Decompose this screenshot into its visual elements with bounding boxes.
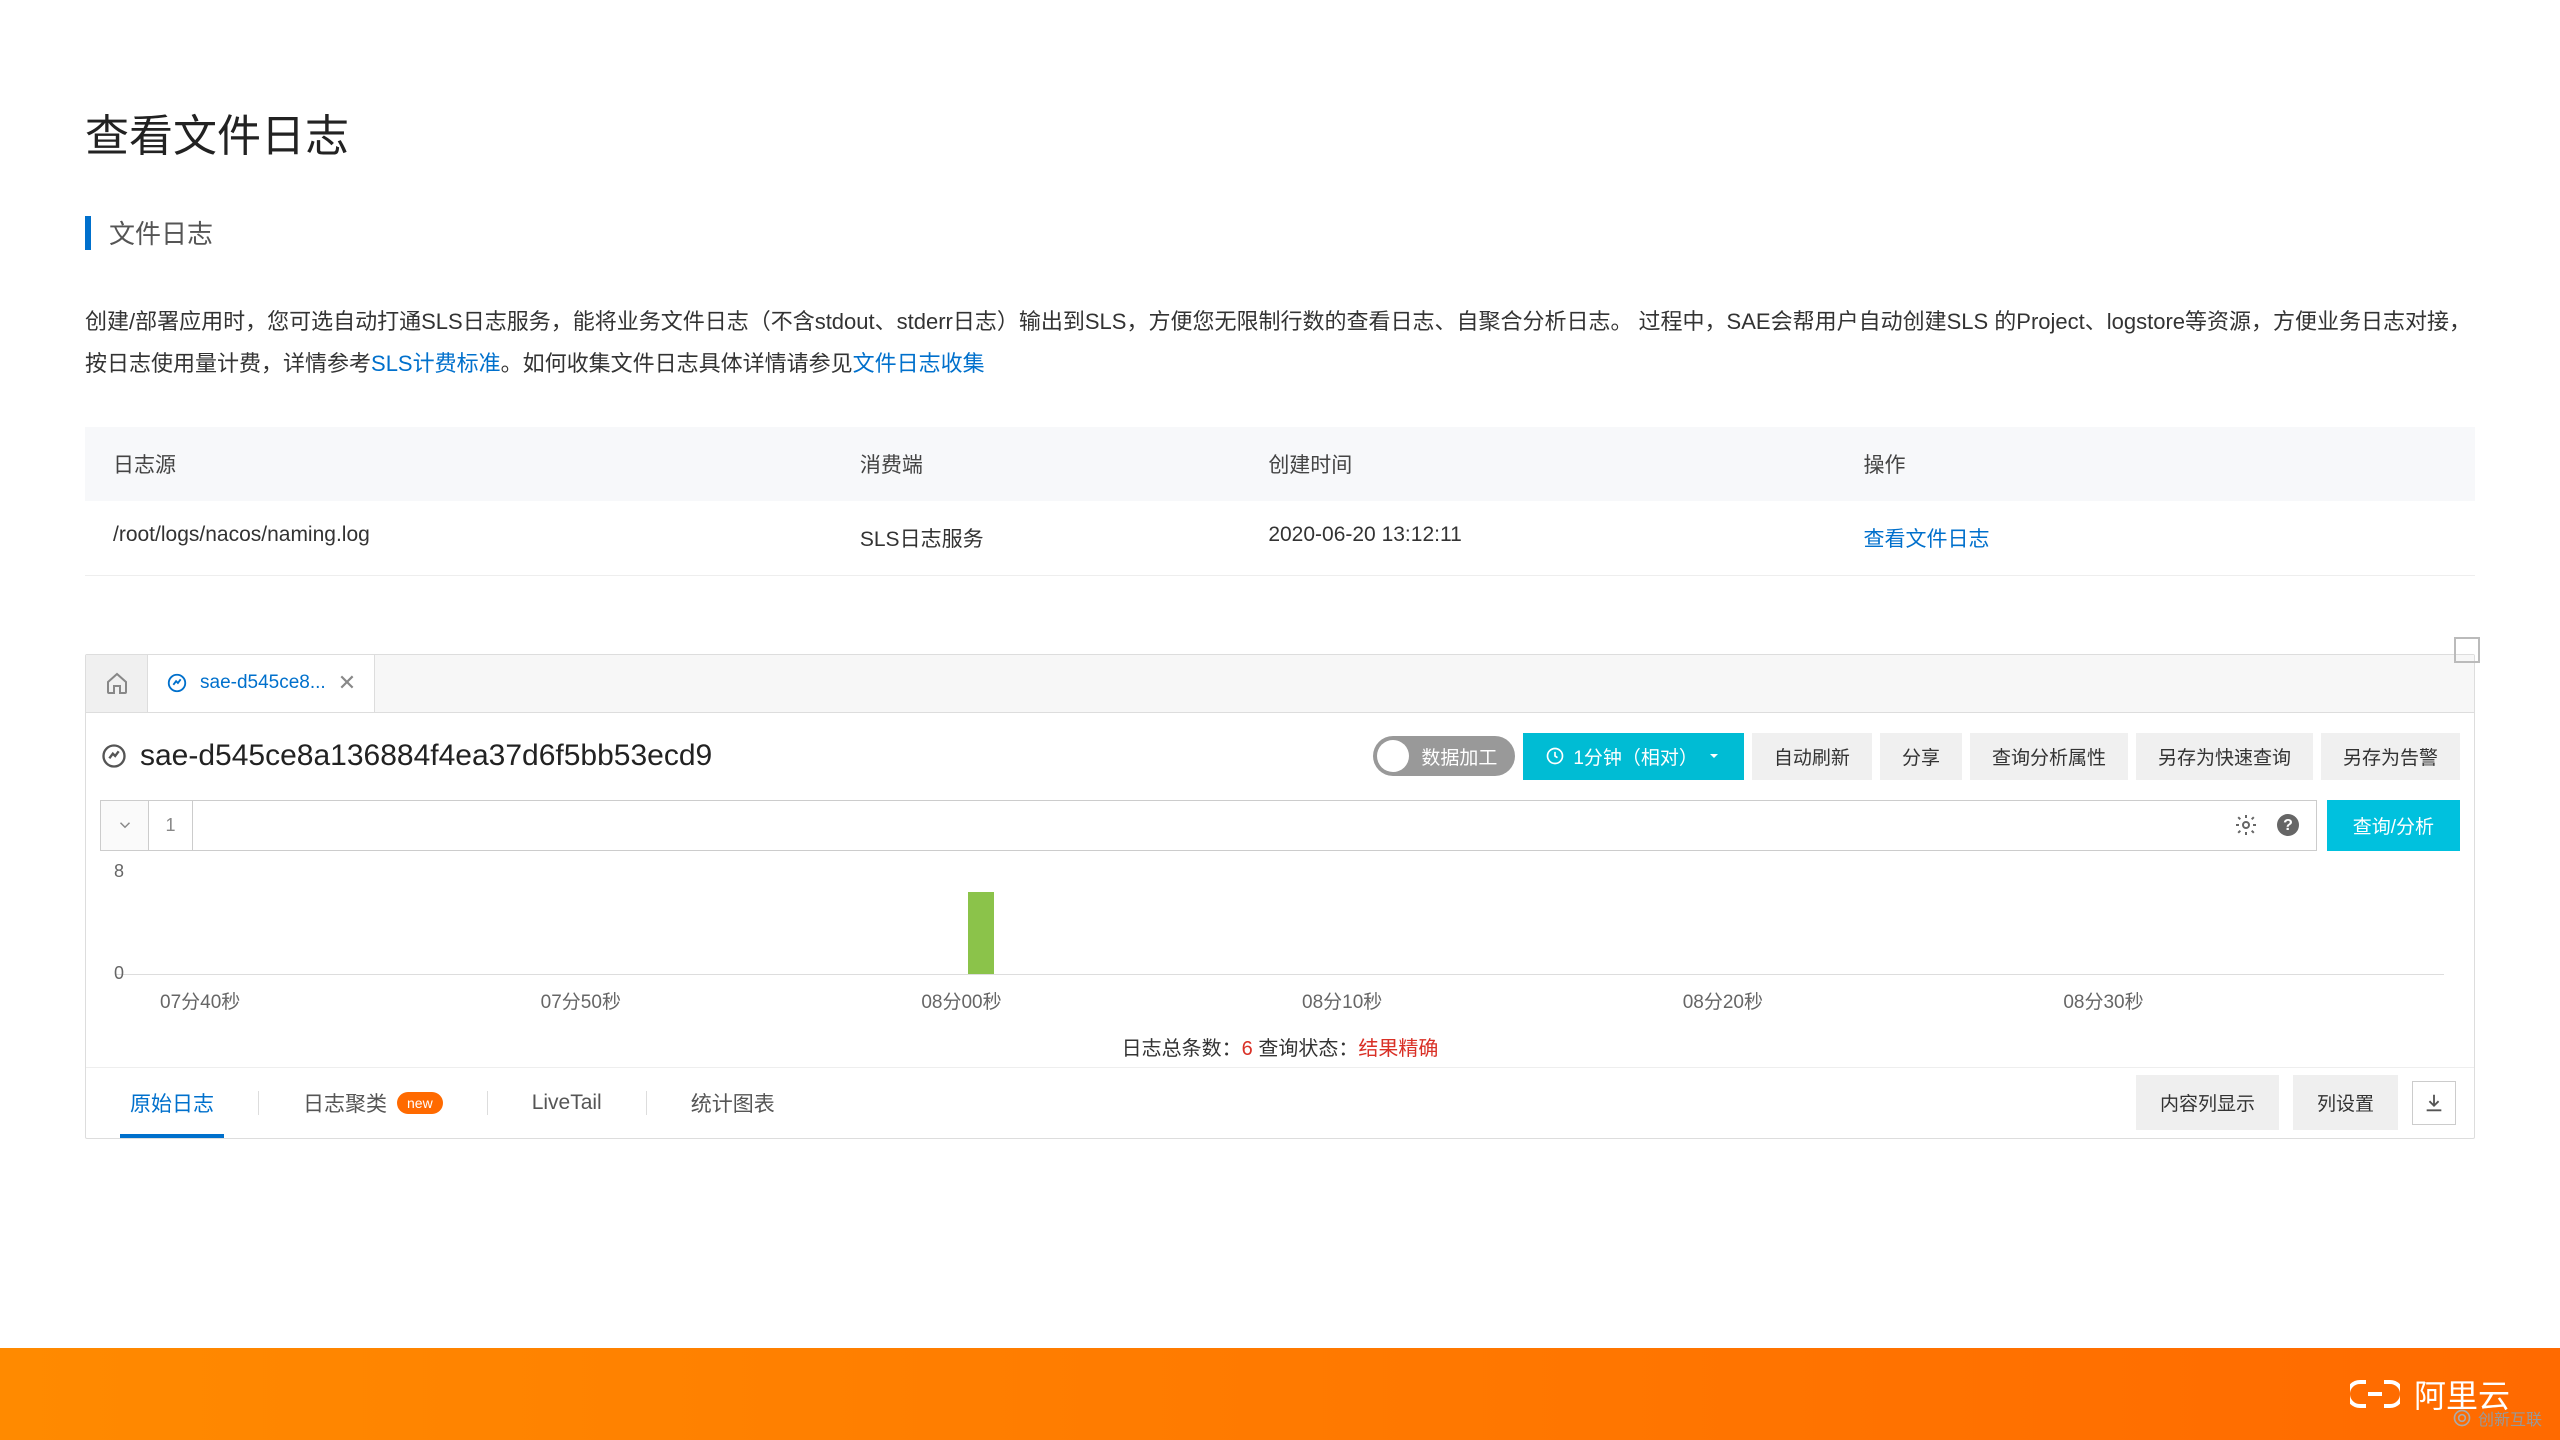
query-input[interactable]: [193, 801, 2218, 850]
close-icon[interactable]: ✕: [338, 670, 356, 696]
y-tick-0: 0: [114, 963, 124, 984]
chart-area: 8 0 07分40秒 07分50秒 08分00秒 08分10秒 08分20秒 0…: [86, 861, 2474, 1026]
bottom-tabs: 原始日志 日志聚类 new LiveTail 统计图表 内容列显示 列设置: [86, 1067, 2474, 1138]
file-log-collect-link[interactable]: 文件日志收集: [853, 351, 985, 376]
sls-panel: sae-d545ce8... ✕ sae-d545ce8a136884f4ea3…: [85, 654, 2475, 1139]
view-file-log-link[interactable]: 查看文件日志: [1863, 528, 1989, 551]
total-label: 日志总条数：: [1122, 1038, 1242, 1060]
col-header-action: 操作: [1863, 449, 2447, 479]
watermark-icon: [2452, 1408, 2472, 1428]
section-header: 文件日志: [85, 214, 2475, 251]
table-header: 日志源 消费端 创建时间 操作: [85, 427, 2475, 501]
x-tick: 08分00秒: [921, 987, 1302, 1014]
x-tick: 07分50秒: [541, 987, 922, 1014]
col-settings-button[interactable]: 列设置: [2293, 1075, 2398, 1130]
sls-tab[interactable]: sae-d545ce8... ✕: [148, 655, 375, 712]
col-header-source: 日志源: [113, 449, 860, 479]
query-history-dropdown[interactable]: [101, 801, 149, 850]
help-icon[interactable]: ?: [2274, 811, 2302, 839]
x-tick: 08分10秒: [1302, 987, 1683, 1014]
auto-refresh-button[interactable]: 自动刷新: [1752, 733, 1872, 780]
watermark: 创新互联: [2452, 1406, 2542, 1430]
col-header-consumer: 消费端: [860, 449, 1268, 479]
toggle-label: 数据加工: [1421, 743, 1497, 770]
watermark-text: 创新互联: [2478, 1406, 2542, 1430]
content-col-button[interactable]: 内容列显示: [2136, 1075, 2279, 1130]
logstore-name: sae-d545ce8a136884f4ea37d6f5bb53ecd9: [140, 739, 712, 773]
aliyun-icon: [2350, 1374, 2400, 1414]
cell-created: 2020-06-20 13:12:11: [1268, 523, 1863, 553]
save-alert-button[interactable]: 另存为告警: [2321, 733, 2460, 780]
sls-tab-label: sae-d545ce8...: [200, 672, 326, 694]
cell-consumer: SLS日志服务: [860, 523, 1268, 553]
page-title: 查看文件日志: [85, 0, 2475, 214]
chart-bar[interactable]: [968, 892, 994, 974]
description: 创建/部署应用时，您可选自动打通SLS日志服务，能将业务文件日志（不含stdou…: [85, 301, 2475, 385]
query-analyze-button[interactable]: 查询/分析: [2327, 800, 2460, 851]
tab-log-cluster[interactable]: 日志聚类 new: [259, 1068, 487, 1138]
query-line-num: 1: [149, 801, 193, 850]
chart: 8 0: [116, 865, 2444, 975]
cell-source: /root/logs/nacos/naming.log: [113, 523, 860, 553]
svg-text:?: ?: [2283, 817, 2293, 834]
time-range-button[interactable]: 1分钟（相对）: [1523, 733, 1744, 780]
tab-raw-log[interactable]: 原始日志: [86, 1068, 258, 1138]
status-line: 日志总条数：6 查询状态：结果精确: [86, 1026, 2474, 1067]
select-box[interactable]: [2454, 637, 2480, 663]
query-row: 1 ? 查询/分析: [86, 800, 2474, 861]
time-range-label: 1分钟（相对）: [1573, 743, 1698, 770]
footer: 阿里云: [0, 1348, 2560, 1440]
tab-stats[interactable]: 统计图表: [647, 1068, 819, 1138]
chevron-down-icon: [116, 816, 134, 834]
table-row: /root/logs/nacos/naming.log SLS日志服务 2020…: [85, 501, 2475, 576]
settings-icon[interactable]: [2232, 811, 2260, 839]
x-tick: 08分30秒: [2063, 987, 2444, 1014]
query-attr-button[interactable]: 查询分析属性: [1970, 733, 2128, 780]
state-value: 结果精确: [1358, 1038, 1438, 1060]
log-table: 日志源 消费端 创建时间 操作 /root/logs/nacos/naming.…: [85, 427, 2475, 576]
toggle-knob: [1377, 740, 1409, 772]
sls-tabs: sae-d545ce8... ✕: [86, 655, 2474, 713]
x-tick: 08分20秒: [1683, 987, 2064, 1014]
download-icon: [2423, 1092, 2445, 1114]
analytics-icon: [100, 742, 128, 770]
sls-header: sae-d545ce8a136884f4ea37d6f5bb53ecd9 数据加…: [86, 713, 2474, 800]
desc-text-2: 。如何收集文件日志具体详情请参见: [501, 351, 853, 376]
query-input-wrap: 1 ?: [100, 800, 2317, 851]
tab-cluster-label: 日志聚类: [303, 1088, 387, 1118]
download-button[interactable]: [2412, 1081, 2456, 1125]
col-header-created: 创建时间: [1268, 449, 1863, 479]
new-badge: new: [397, 1092, 443, 1114]
section-title: 文件日志: [109, 214, 213, 251]
data-processing-toggle[interactable]: 数据加工: [1373, 736, 1515, 776]
tab-livetail[interactable]: LiveTail: [488, 1071, 646, 1135]
x-axis: 07分40秒 07分50秒 08分00秒 08分10秒 08分20秒 08分30…: [116, 975, 2444, 1026]
save-quick-button[interactable]: 另存为快速查询: [2136, 733, 2313, 780]
state-label: 查询状态：: [1253, 1038, 1359, 1060]
home-tab[interactable]: [86, 655, 148, 712]
analytics-icon: [166, 672, 188, 694]
section-bar: [85, 216, 91, 250]
share-button[interactable]: 分享: [1880, 733, 1962, 780]
y-tick-8: 8: [114, 861, 124, 882]
total-value: 6: [1242, 1038, 1253, 1060]
x-tick: 07分40秒: [160, 987, 541, 1014]
sls-pricing-link[interactable]: SLS计费标准: [371, 351, 501, 376]
home-icon: [105, 671, 129, 695]
clock-icon: [1545, 746, 1565, 766]
chevron-down-icon: [1706, 748, 1722, 764]
